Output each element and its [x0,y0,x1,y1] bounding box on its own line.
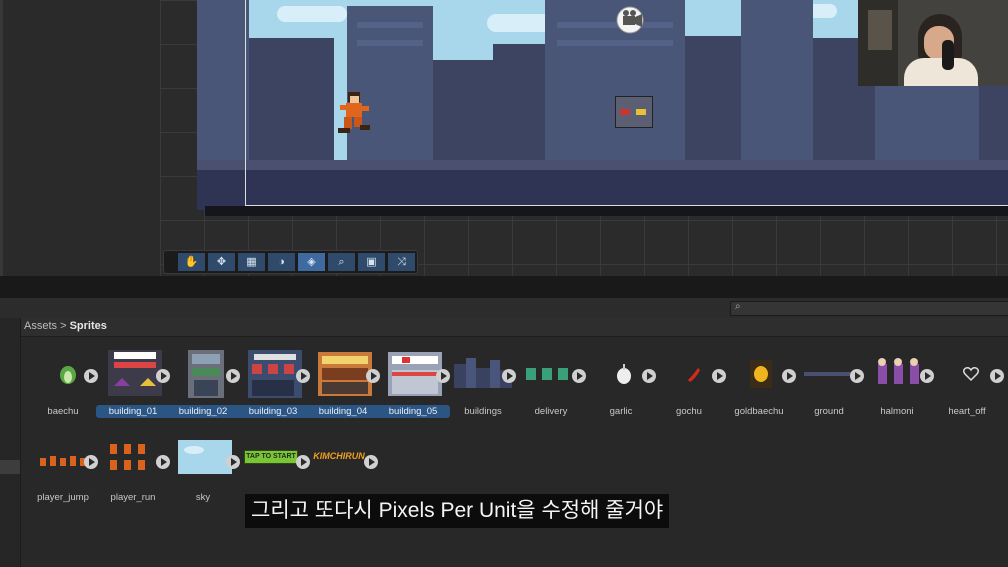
camera-gizmo-icon[interactable] [614,4,648,36]
search-input[interactable]: ⌕ [730,301,1008,316]
hand-tool-icon[interactable]: ✋ [178,253,205,271]
microphone-icon [942,40,954,70]
asset-building-02[interactable]: building_02 [166,350,240,420]
asset-building-05[interactable]: building_05 [376,350,450,420]
breadcrumb-root[interactable]: Assets [24,320,57,332]
panel-divider[interactable] [0,276,1008,298]
asset-sky[interactable]: sky [170,436,240,506]
scene-toolbar: ✋ ✥ ▦ ◑ ◈ ⌕ ▣ ⤨ [163,250,418,274]
breadcrumb-separator: > [60,320,67,332]
street-shadow [205,206,1008,216]
asset-label: building_05 [376,405,450,418]
asset-garlic[interactable]: garlic [588,350,656,420]
gold-cabbage-thumb [750,360,772,388]
asset-heart-off[interactable]: heart_off [934,350,1004,420]
asset-label: baechu [47,406,79,417]
asset-delivery[interactable]: delivery [518,350,586,420]
asset-label: player_run [110,492,156,503]
asset-label: building_02 [166,405,240,418]
search-tool-icon[interactable]: ⌕ [328,253,355,271]
play-icon[interactable] [156,369,170,383]
play-icon[interactable] [296,455,310,469]
play-icon[interactable] [296,369,310,383]
asset-player-run[interactable]: player_run [100,436,170,506]
player-sprite[interactable] [334,90,374,138]
play-icon[interactable] [990,369,1004,383]
shuffle-tool-icon[interactable]: ⤨ [388,253,415,271]
move-tool-icon[interactable]: ✥ [208,253,235,271]
asset-buildings[interactable]: buildings [450,350,516,420]
asset-label: ground [814,406,844,417]
play-icon[interactable] [436,369,450,383]
panel-edge [0,0,3,276]
kimchirun-thumb: KIMCHIRUN [313,451,365,461]
play-icon[interactable] [572,369,586,383]
breadcrumb-current[interactable]: Sprites [70,320,107,332]
play-icon[interactable] [850,369,864,383]
asset-goldbaechu[interactable]: goldbaechu [726,350,796,420]
play-icon[interactable] [366,369,380,383]
asset-label: building_01 [96,405,170,418]
play-icon[interactable] [226,455,240,469]
asset-baechu[interactable]: baechu [30,350,98,420]
chili-thumb [688,368,700,382]
asset-label: gochu [676,406,702,417]
asset-label: building_03 [236,405,310,418]
hierarchy-panel[interactable] [0,0,161,276]
asset-label: player_jump [37,492,89,503]
building-thumb [248,350,302,398]
asset-player-jump[interactable]: player_jump [30,436,98,506]
subtitle-caption: 그리고 또다시 Pixels Per Unit을 수정해 줄거야 [245,494,670,528]
heart-icon [962,367,980,382]
asset-label: building_04 [306,405,380,418]
asset-label: garlic [609,406,633,417]
play-icon[interactable] [920,369,934,383]
breadcrumb-bar [20,318,1008,337]
project-folders[interactable] [0,318,21,567]
building-thumb [388,352,442,396]
play-icon[interactable] [782,369,796,383]
player-run-thumb [110,444,145,470]
asset-building-03[interactable]: building_03 [236,350,310,420]
search-icon: ⌕ [735,301,741,312]
play-icon[interactable] [84,455,98,469]
asset-label: goldbaechu [734,406,784,417]
play-icon[interactable] [642,369,656,383]
asset-gochu[interactable]: gochu [656,350,726,420]
building-thumb [318,352,372,396]
halmoni-thumb [878,358,919,384]
layers-tool-icon[interactable]: ◈ [298,253,325,271]
grid-tool-icon[interactable]: ▦ [238,253,265,271]
play-icon[interactable] [226,369,240,383]
asset-label: halmoni [880,406,914,417]
webcam-overlay [858,0,1008,86]
asset-ground[interactable]: ground [796,350,864,420]
building-thumb [188,350,224,398]
shading-tool-icon[interactable]: ◑ [268,253,295,271]
building [197,0,249,160]
asset-label: sky [195,492,211,503]
asset-label: heart_off [948,406,986,417]
building-thumb [108,350,162,396]
asset-label: buildings [464,406,502,417]
play-icon[interactable] [364,455,378,469]
asset-building-04[interactable]: building_04 [306,350,380,420]
folder-selected[interactable] [0,460,20,474]
play-icon[interactable] [156,455,170,469]
tap-to-start-thumb: TAP TO START [244,450,298,464]
sky-thumb [178,440,232,474]
play-icon[interactable] [502,369,516,383]
play-icon[interactable] [712,369,726,383]
camera-tool-icon[interactable]: ▣ [358,253,385,271]
asset-halmoni[interactable]: halmoni [864,350,934,420]
asset-building-01[interactable]: building_01 [96,350,170,420]
breadcrumb: Assets > Sprites [24,320,107,332]
asset-label: delivery [534,406,568,417]
play-icon[interactable] [84,369,98,383]
